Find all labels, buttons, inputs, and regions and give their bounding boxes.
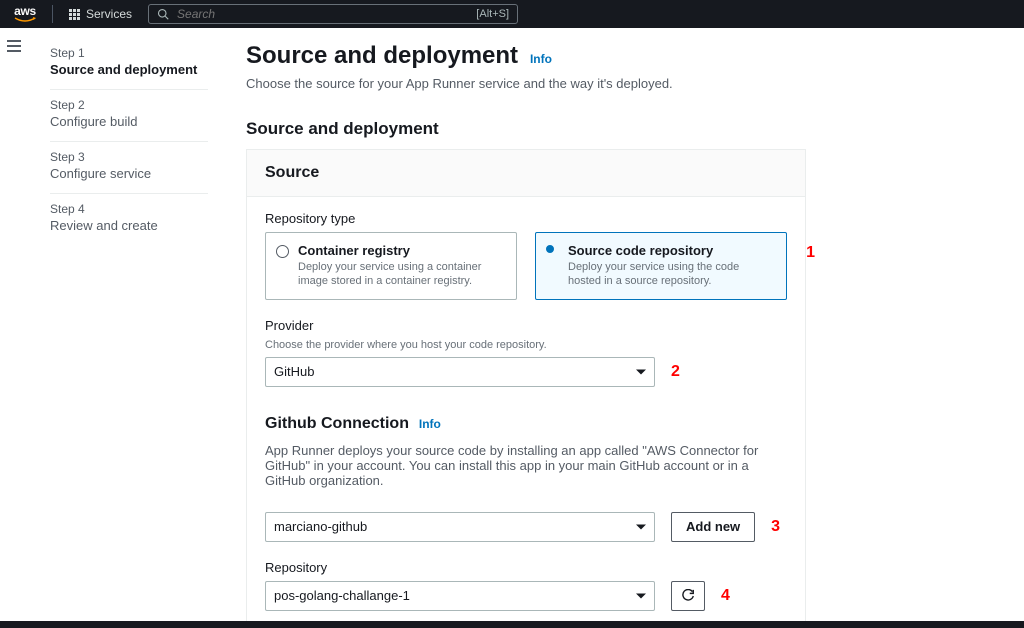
- step-label: Source and deployment: [50, 62, 208, 77]
- bottom-bar: [0, 621, 1024, 628]
- repository-select[interactable]: pos-golang-challange-1: [265, 581, 655, 611]
- tile-source-code-repository[interactable]: Source code repository Deploy your servi…: [535, 232, 787, 300]
- step-configure-build[interactable]: Step 2 Configure build: [50, 90, 208, 142]
- annotation-2: 2: [671, 363, 680, 381]
- step-label: Review and create: [50, 218, 208, 233]
- nav-divider: [52, 5, 53, 23]
- top-nav: aws Services [Alt+S]: [0, 0, 1024, 28]
- chevron-down-icon: [636, 369, 646, 374]
- annotation-1: 1: [806, 244, 815, 262]
- grid-icon: [69, 9, 80, 20]
- repository-type-label: Repository type: [265, 211, 787, 226]
- annotation-3: 3: [771, 518, 780, 536]
- refresh-repository-button[interactable]: [671, 581, 705, 611]
- sidebar-toggle[interactable]: [0, 28, 28, 628]
- github-connection-desc: App Runner deploys your source code by i…: [265, 443, 787, 488]
- github-connection-select[interactable]: marciano-github: [265, 512, 655, 542]
- services-label: Services: [86, 7, 132, 21]
- search-icon: [157, 8, 169, 20]
- radio-icon: [546, 245, 554, 253]
- page-title: Source and deployment: [246, 42, 518, 70]
- provider-select[interactable]: GitHub: [265, 357, 655, 387]
- add-new-button[interactable]: Add new: [671, 512, 755, 542]
- tile-container-registry[interactable]: Container registry Deploy your service u…: [265, 232, 517, 300]
- info-link[interactable]: Info: [530, 52, 552, 66]
- refresh-icon: [681, 589, 695, 603]
- chevron-down-icon: [636, 524, 646, 529]
- repository-label: Repository: [265, 560, 787, 575]
- provider-label: Provider: [265, 318, 787, 333]
- step-label: Configure build: [50, 114, 208, 129]
- step-review-create[interactable]: Step 4 Review and create: [50, 194, 208, 245]
- aws-logo[interactable]: aws: [14, 6, 36, 23]
- wizard-steps: Step 1 Source and deployment Step 2 Conf…: [28, 28, 228, 628]
- source-card: Source Repository type Container registr…: [246, 149, 806, 628]
- search-box[interactable]: [Alt+S]: [148, 4, 518, 24]
- radio-icon: [276, 245, 289, 258]
- step-number: Step 1: [50, 46, 208, 60]
- search-shortcut: [Alt+S]: [476, 8, 509, 20]
- provider-value: GitHub: [274, 364, 314, 379]
- hamburger-icon: [7, 40, 21, 52]
- section-heading: Source and deployment: [246, 119, 806, 139]
- chevron-down-icon: [636, 593, 646, 598]
- step-number: Step 4: [50, 202, 208, 216]
- annotation-4: 4: [721, 587, 730, 605]
- step-configure-service[interactable]: Step 3 Configure service: [50, 142, 208, 194]
- github-connection-value: marciano-github: [274, 519, 367, 534]
- tile-title: Source code repository: [568, 243, 774, 258]
- page-subtitle: Choose the source for your App Runner se…: [246, 76, 806, 91]
- tile-title: Container registry: [298, 243, 504, 258]
- card-title: Source: [247, 150, 805, 197]
- step-label: Configure service: [50, 166, 208, 181]
- provider-desc: Choose the provider where you host your …: [265, 339, 787, 351]
- search-input[interactable]: [177, 7, 468, 21]
- github-connection-heading: Github Connection: [265, 415, 409, 433]
- content-area: Source and deployment Info Choose the so…: [228, 28, 1024, 628]
- repository-value: pos-golang-challange-1: [274, 588, 410, 603]
- tile-desc: Deploy your service using a container im…: [298, 260, 504, 289]
- services-menu[interactable]: Services: [69, 7, 132, 21]
- step-number: Step 3: [50, 150, 208, 164]
- info-link[interactable]: Info: [419, 417, 441, 431]
- step-number: Step 2: [50, 98, 208, 112]
- tile-desc: Deploy your service using the code hoste…: [568, 260, 774, 289]
- step-source-deployment[interactable]: Step 1 Source and deployment: [50, 38, 208, 90]
